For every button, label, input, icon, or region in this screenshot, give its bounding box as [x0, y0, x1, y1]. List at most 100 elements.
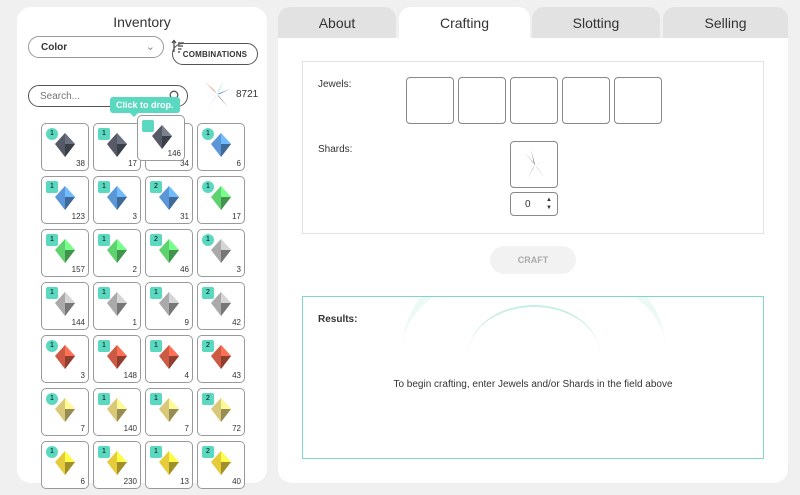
- inventory-item[interactable]: 1 17: [93, 123, 141, 171]
- inventory-item[interactable]: 2 40: [197, 441, 245, 489]
- gem-icon: [107, 292, 127, 316]
- gem-icon: [55, 345, 75, 369]
- gem-icon: [159, 292, 179, 316]
- item-count: 31: [180, 212, 189, 221]
- item-count: 17: [232, 212, 241, 221]
- jewels-label: Jewels:: [318, 79, 352, 90]
- inventory-item[interactable]: 13: [93, 176, 141, 224]
- item-count: 3: [80, 371, 85, 380]
- shard-quantity-stepper[interactable]: 0 ▲ ▼: [510, 192, 558, 216]
- gem-icon: [211, 398, 231, 422]
- color-filter-select[interactable]: Color ⌄: [28, 36, 164, 58]
- item-count: 3: [236, 265, 241, 274]
- gem-icon: [211, 239, 231, 263]
- stepper-arrows-icon[interactable]: ▲ ▼: [546, 196, 552, 212]
- item-count: 157: [71, 265, 85, 274]
- tab-bar: About Crafting Slotting Selling: [278, 7, 788, 39]
- inventory-item[interactable]: 2 72: [197, 388, 245, 436]
- inventory-item[interactable]: 2 31: [145, 176, 193, 224]
- inventory-item[interactable]: 17: [41, 388, 89, 436]
- jewel-slot[interactable]: [614, 77, 662, 124]
- item-count: 46: [180, 265, 189, 274]
- inventory-item[interactable]: 12: [93, 229, 141, 277]
- inventory-item[interactable]: 1 157: [41, 229, 89, 277]
- inventory-item[interactable]: 1 148: [93, 335, 141, 383]
- inventory-item[interactable]: 19: [145, 282, 193, 330]
- inventory-item[interactable]: 1 144: [41, 282, 89, 330]
- inventory-item[interactable]: 1 17: [197, 176, 245, 224]
- dragged-jewel[interactable]: 146: [137, 115, 185, 161]
- item-count: 17: [128, 159, 137, 168]
- item-count: 7: [184, 424, 189, 433]
- inventory-item[interactable]: 2 43: [197, 335, 245, 383]
- jewel-slot[interactable]: [406, 77, 454, 124]
- gem-icon: [107, 345, 127, 369]
- item-count: 72: [232, 424, 241, 433]
- craft-button[interactable]: CRAFT: [490, 246, 576, 274]
- crafting-panel: Jewels: Shards: 0 ▲ ▼ CRAFT Results: To b…: [278, 38, 788, 483]
- item-count: 148: [123, 371, 137, 380]
- gem-icon: [211, 451, 231, 475]
- gem-icon: [159, 345, 179, 369]
- gem-icon: [159, 451, 179, 475]
- item-count: 146: [167, 149, 181, 158]
- inventory-item[interactable]: 16: [197, 123, 245, 171]
- gem-icon: [211, 292, 231, 316]
- inventory-item[interactable]: 1 38: [41, 123, 89, 171]
- combinations-button[interactable]: COMBINATIONS: [172, 43, 258, 65]
- jewel-slot[interactable]: [562, 77, 610, 124]
- gem-icon: [55, 398, 75, 422]
- gem-icon: [55, 186, 75, 210]
- inventory-item[interactable]: 13: [41, 335, 89, 383]
- inventory-panel: Inventory Color ⌄ COMBINATIONS 8721 1381…: [17, 7, 267, 489]
- shards-label: Shards:: [318, 144, 353, 155]
- inventory-item[interactable]: 2 42: [197, 282, 245, 330]
- item-count: 6: [80, 477, 85, 486]
- gem-icon: [55, 133, 75, 157]
- gem-icon: [107, 398, 127, 422]
- decorative-arc: [468, 305, 600, 405]
- item-count: 1: [132, 318, 137, 327]
- item-count: 4: [184, 371, 189, 380]
- drop-tooltip: Click to drop.: [110, 97, 180, 117]
- inventory-item[interactable]: 16: [41, 441, 89, 489]
- tab-about[interactable]: About: [278, 7, 396, 39]
- inventory-item[interactable]: 1 230: [93, 441, 141, 489]
- gem-icon: [211, 345, 231, 369]
- inventory-title: Inventory: [113, 14, 171, 30]
- tab-crafting[interactable]: Crafting: [399, 7, 530, 39]
- inventory-item[interactable]: 1 123: [41, 176, 89, 224]
- results-label: Results:: [318, 314, 358, 325]
- inventory-item[interactable]: 17: [145, 388, 193, 436]
- gem-icon: [107, 186, 127, 210]
- item-count: 38: [76, 159, 85, 168]
- gem-icon: [55, 292, 75, 316]
- color-filter-value: Color: [41, 42, 68, 53]
- tab-slotting[interactable]: Slotting: [532, 7, 660, 39]
- item-count: 13: [180, 477, 189, 486]
- inventory-item[interactable]: 2 46: [145, 229, 193, 277]
- shard-logo-icon: [203, 79, 230, 109]
- gem-icon: [55, 239, 75, 263]
- item-count: 9: [184, 318, 189, 327]
- gem-icon: [159, 398, 179, 422]
- gem-icon: [159, 239, 179, 263]
- item-count: 7: [80, 424, 85, 433]
- inventory-item[interactable]: 1 13: [145, 441, 193, 489]
- inventory-item[interactable]: 1 140: [93, 388, 141, 436]
- item-count: 123: [71, 212, 85, 221]
- tab-selling[interactable]: Selling: [663, 7, 788, 39]
- item-count: 6: [236, 159, 241, 168]
- results-message: To begin crafting, enter Jewels and/or S…: [393, 379, 673, 390]
- jewel-slot[interactable]: [458, 77, 506, 124]
- shard-slot[interactable]: [510, 141, 558, 188]
- inventory-item[interactable]: 11: [93, 282, 141, 330]
- item-count: 230: [123, 477, 137, 486]
- item-count: 43: [232, 371, 241, 380]
- gem-icon: [107, 239, 127, 263]
- inventory-item[interactable]: 13: [197, 229, 245, 277]
- chevron-down-icon: ⌄: [145, 41, 155, 53]
- jewel-slot[interactable]: [510, 77, 558, 124]
- item-count: 3: [132, 212, 137, 221]
- inventory-item[interactable]: 14: [145, 335, 193, 383]
